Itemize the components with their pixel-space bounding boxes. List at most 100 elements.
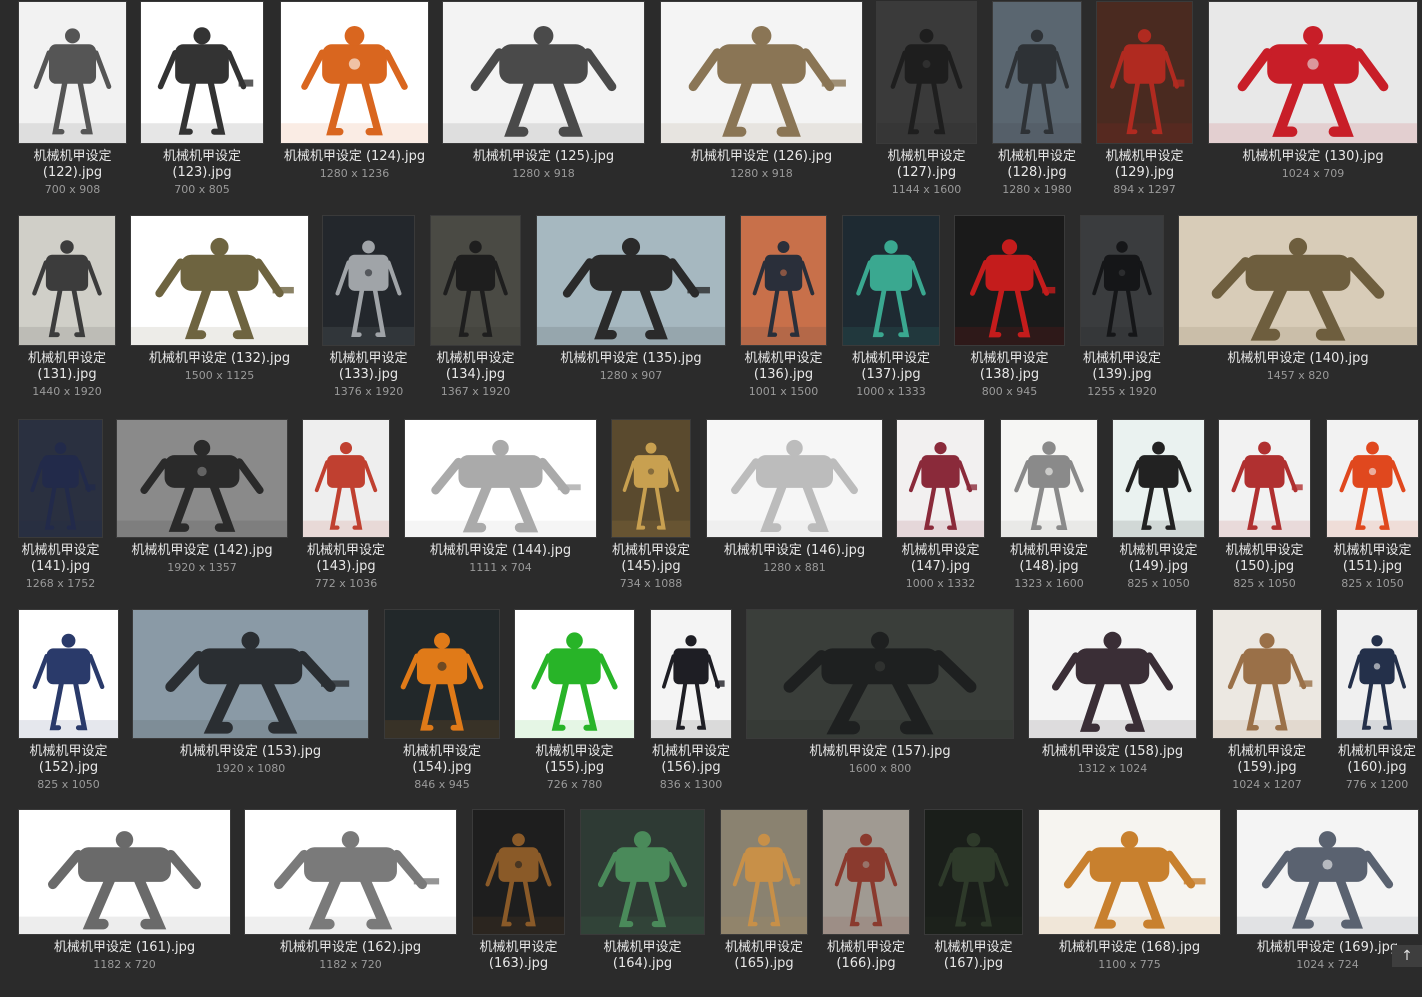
- thumbnail-image[interactable]: [876, 1, 977, 144]
- thumbnail-image[interactable]: [720, 809, 808, 935]
- thumbnail-item[interactable]: 机械机甲设定 (163).jpg: [472, 809, 565, 997]
- thumbnail-image[interactable]: [1096, 1, 1193, 144]
- thumbnail-item[interactable]: 机械机甲设定 (127).jpg 1144 x 1600: [876, 1, 977, 206]
- thumbnail-image[interactable]: [1336, 609, 1418, 739]
- thumbnail-item[interactable]: 机械机甲设定 (133).jpg 1376 x 1920: [322, 215, 415, 408]
- thumbnail-image[interactable]: [1178, 215, 1418, 346]
- thumbnail-item[interactable]: 机械机甲设定 (166).jpg: [822, 809, 910, 997]
- scroll-top-button[interactable]: ↑: [1392, 945, 1422, 967]
- thumbnail-image[interactable]: [280, 1, 429, 144]
- thumbnail-image[interactable]: [430, 215, 521, 346]
- thumbnail-image[interactable]: [954, 215, 1065, 346]
- thumbnail-image[interactable]: [302, 419, 390, 538]
- thumbnail-image[interactable]: [536, 215, 726, 346]
- thumbnail-item[interactable]: 机械机甲设定 (162).jpg 1182 x 720: [244, 809, 457, 997]
- thumbnail-image[interactable]: [472, 809, 565, 935]
- thumbnail-item[interactable]: 机械机甲设定 (156).jpg 836 x 1300: [650, 609, 732, 801]
- thumbnail-item[interactable]: 机械机甲设定 (134).jpg 1367 x 1920: [430, 215, 521, 408]
- thumbnail-image[interactable]: [18, 215, 116, 346]
- thumbnail-item[interactable]: 机械机甲设定 (132).jpg 1500 x 1125: [130, 215, 309, 408]
- thumbnail-item[interactable]: 机械机甲设定 (158).jpg 1312 x 1024: [1028, 609, 1197, 801]
- thumbnail-item[interactable]: 机械机甲设定 (141).jpg 1268 x 1752: [18, 419, 103, 600]
- thumbnail-image[interactable]: [842, 215, 940, 346]
- thumbnail-image[interactable]: [924, 809, 1023, 935]
- thumbnail-image[interactable]: [18, 609, 119, 739]
- thumbnail-image[interactable]: [660, 1, 863, 144]
- thumbnail-image[interactable]: [1236, 809, 1419, 935]
- thumbnail-image[interactable]: [130, 215, 309, 346]
- thumbnail-image[interactable]: [442, 1, 645, 144]
- thumbnail-item[interactable]: 机械机甲设定 (122).jpg 700 x 908: [18, 1, 127, 206]
- thumbnail-item[interactable]: 机械机甲设定 (146).jpg 1280 x 881: [706, 419, 883, 600]
- thumbnail-image[interactable]: [1080, 215, 1164, 346]
- thumbnail-item[interactable]: 机械机甲设定 (131).jpg 1440 x 1920: [18, 215, 116, 408]
- thumbnail-image[interactable]: [740, 215, 827, 346]
- thumbnail-item[interactable]: 机械机甲设定 (164).jpg: [580, 809, 705, 997]
- thumbnail-item[interactable]: 机械机甲设定 (149).jpg 825 x 1050: [1112, 419, 1205, 600]
- thumbnail-item[interactable]: 机械机甲设定 (143).jpg 772 x 1036: [302, 419, 390, 600]
- thumbnail-image[interactable]: [1028, 609, 1197, 739]
- thumbnail-image[interactable]: [1212, 609, 1322, 739]
- thumbnail-item[interactable]: 机械机甲设定 (168).jpg 1100 x 775: [1038, 809, 1221, 997]
- thumbnail-image[interactable]: [746, 609, 1014, 739]
- thumbnail-item[interactable]: 机械机甲设定 (157).jpg 1600 x 800: [746, 609, 1014, 801]
- thumbnail-item[interactable]: 机械机甲设定 (152).jpg 825 x 1050: [18, 609, 119, 801]
- thumbnail-item[interactable]: 机械机甲设定 (136).jpg 1001 x 1500: [740, 215, 827, 408]
- thumbnail-item[interactable]: 机械机甲设定 (144).jpg 1111 x 704: [404, 419, 597, 600]
- thumbnail-image[interactable]: [992, 1, 1082, 144]
- thumbnail-dimensions: 1920 x 1357: [167, 561, 237, 574]
- thumbnail-item[interactable]: 机械机甲设定 (137).jpg 1000 x 1333: [842, 215, 940, 408]
- thumbnail-image[interactable]: [244, 809, 457, 935]
- thumbnail-item[interactable]: 机械机甲设定 (142).jpg 1920 x 1357: [116, 419, 288, 600]
- thumbnail-item[interactable]: 机械机甲设定 (155).jpg 726 x 780: [514, 609, 635, 801]
- thumbnail-item[interactable]: 机械机甲设定 (147).jpg 1000 x 1332: [896, 419, 985, 600]
- thumbnail-item[interactable]: 机械机甲设定 (148).jpg 1323 x 1600: [1000, 419, 1098, 600]
- thumbnail-image[interactable]: [1038, 809, 1221, 935]
- thumbnail-item[interactable]: 机械机甲设定 (140).jpg 1457 x 820: [1178, 215, 1418, 408]
- thumbnail-item[interactable]: 机械机甲设定 (128).jpg 1280 x 1980: [992, 1, 1082, 206]
- thumbnail-item[interactable]: 机械机甲设定 (167).jpg: [924, 809, 1023, 997]
- thumbnail-image[interactable]: [116, 419, 288, 538]
- thumbnail-item[interactable]: 机械机甲设定 (126).jpg 1280 x 918: [660, 1, 863, 206]
- thumbnail-item[interactable]: 机械机甲设定 (154).jpg 846 x 945: [384, 609, 500, 801]
- thumbnail-item[interactable]: 机械机甲设定 (124).jpg 1280 x 1236: [280, 1, 429, 206]
- thumbnail-image[interactable]: [1218, 419, 1311, 538]
- thumbnail-image[interactable]: [650, 609, 732, 739]
- thumbnail-item[interactable]: 机械机甲设定 (151).jpg 825 x 1050: [1326, 419, 1419, 600]
- thumbnail-image[interactable]: [896, 419, 985, 538]
- thumbnail-item[interactable]: 机械机甲设定 (161).jpg 1182 x 720: [18, 809, 231, 997]
- thumbnail-image[interactable]: [384, 609, 500, 739]
- thumbnail-image[interactable]: [706, 419, 883, 538]
- thumbnail-image[interactable]: [1208, 1, 1418, 144]
- thumbnail-dimensions: 1024 x 1207: [1232, 778, 1302, 791]
- thumbnail-item[interactable]: 机械机甲设定 (169).jpg 1024 x 724: [1236, 809, 1419, 997]
- thumbnail-image[interactable]: [580, 809, 705, 935]
- thumbnail-image[interactable]: [18, 809, 231, 935]
- thumbnail-image[interactable]: [611, 419, 691, 538]
- thumbnail-item[interactable]: 机械机甲设定 (160).jpg 776 x 1200: [1336, 609, 1418, 801]
- thumbnail-image[interactable]: [1112, 419, 1205, 538]
- thumbnail-image[interactable]: [322, 215, 415, 346]
- thumbnail-item[interactable]: 机械机甲设定 (130).jpg 1024 x 709: [1208, 1, 1418, 206]
- thumbnail-item[interactable]: 机械机甲设定 (153).jpg 1920 x 1080: [132, 609, 369, 801]
- thumbnail-image[interactable]: [822, 809, 910, 935]
- thumbnail-item[interactable]: 机械机甲设定 (125).jpg 1280 x 918: [442, 1, 645, 206]
- thumbnail-image[interactable]: [132, 609, 369, 739]
- thumbnail-filename: 机械机甲设定 (122).jpg: [33, 149, 112, 180]
- thumbnail-image[interactable]: [1000, 419, 1098, 538]
- thumbnail-item[interactable]: 机械机甲设定 (129).jpg 894 x 1297: [1096, 1, 1193, 206]
- thumbnail-image[interactable]: [140, 1, 264, 144]
- thumbnail-image[interactable]: [18, 1, 127, 144]
- thumbnail-item[interactable]: 机械机甲设定 (165).jpg: [720, 809, 808, 997]
- thumbnail-item[interactable]: 机械机甲设定 (145).jpg 734 x 1088: [611, 419, 691, 600]
- thumbnail-item[interactable]: 机械机甲设定 (150).jpg 825 x 1050: [1218, 419, 1311, 600]
- thumbnail-image[interactable]: [514, 609, 635, 739]
- thumbnail-image[interactable]: [1326, 419, 1419, 538]
- thumbnail-item[interactable]: 机械机甲设定 (135).jpg 1280 x 907: [536, 215, 726, 408]
- thumbnail-item[interactable]: 机械机甲设定 (159).jpg 1024 x 1207: [1212, 609, 1322, 801]
- thumbnail-image[interactable]: [404, 419, 597, 538]
- thumbnail-item[interactable]: 机械机甲设定 (139).jpg 1255 x 1920: [1080, 215, 1164, 408]
- thumbnail-image[interactable]: [18, 419, 103, 538]
- thumbnail-item[interactable]: 机械机甲设定 (123).jpg 700 x 805: [140, 1, 264, 206]
- thumbnail-item[interactable]: 机械机甲设定 (138).jpg 800 x 945: [954, 215, 1065, 408]
